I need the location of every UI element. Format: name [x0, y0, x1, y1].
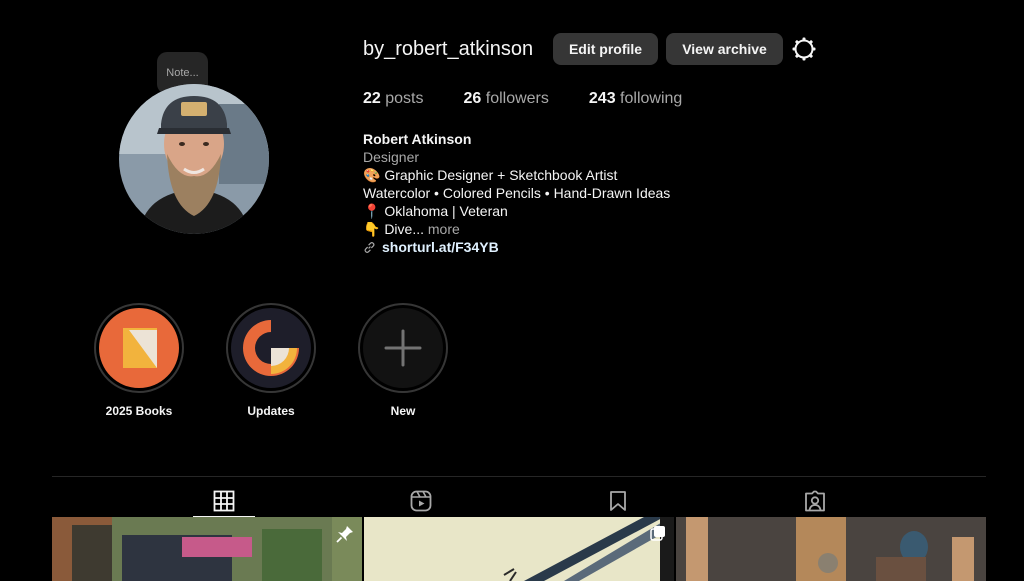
view-archive-button[interactable]: View archive — [666, 33, 783, 65]
books-cover-icon — [99, 308, 179, 388]
grid-icon — [213, 490, 235, 511]
post-image — [364, 517, 674, 581]
tagged-icon — [805, 490, 825, 511]
profile-bio: Robert Atkinson Designer 🎨 Graphic Desig… — [363, 130, 670, 256]
reels-icon — [410, 490, 432, 511]
edit-profile-button[interactable]: Edit profile — [553, 33, 658, 65]
bio-name: Robert Atkinson — [363, 131, 472, 147]
bio-line: 🎨 Graphic Designer + Sketchbook Artist — [363, 167, 618, 183]
post-thumbnail[interactable] — [364, 517, 674, 581]
bio-line-truncated: 👇 Dive... more — [363, 221, 460, 237]
note-text: Note... — [166, 67, 199, 79]
updates-cover-icon — [231, 308, 311, 388]
bio-category: Designer — [363, 149, 420, 165]
post-image — [52, 517, 362, 581]
profile-stats: 22 posts 26 followers 243 following — [363, 90, 722, 108]
posts-stat: 22 posts — [363, 90, 424, 107]
pinned-icon — [336, 526, 353, 543]
highlight-new[interactable]: New — [358, 303, 448, 418]
bio-link[interactable]: shorturl.at/F34YB — [363, 238, 670, 256]
avatar-photo — [119, 84, 269, 234]
profile-avatar[interactable] — [119, 84, 269, 234]
post-thumbnail[interactable] — [52, 517, 362, 581]
gear-icon[interactable] — [792, 37, 816, 61]
tab-tagged[interactable] — [794, 483, 836, 518]
bio-line: Watercolor • Colored Pencils • Hand-Draw… — [363, 185, 671, 201]
tab-posts[interactable] — [193, 483, 255, 518]
followers-stat[interactable]: 26 followers — [464, 90, 549, 108]
tab-reels[interactable] — [400, 483, 442, 518]
post-grid — [52, 517, 986, 581]
highlight-2025-books[interactable]: 2025 Books — [94, 303, 184, 418]
plus-icon — [384, 329, 422, 367]
tab-saved[interactable] — [597, 483, 639, 518]
post-thumbnail[interactable] — [676, 517, 986, 581]
highlight-updates[interactable]: Updates — [226, 303, 316, 418]
carousel-icon — [650, 526, 665, 541]
link-icon — [364, 241, 375, 253]
more-link[interactable]: more — [428, 221, 460, 237]
profile-username: by_robert_atkinson — [363, 38, 534, 60]
bio-line: 📍 Oklahoma | Veteran — [363, 203, 508, 219]
profile-tabs — [52, 476, 986, 518]
post-image — [676, 517, 986, 581]
following-stat[interactable]: 243 following — [589, 90, 682, 108]
saved-icon — [610, 490, 626, 511]
